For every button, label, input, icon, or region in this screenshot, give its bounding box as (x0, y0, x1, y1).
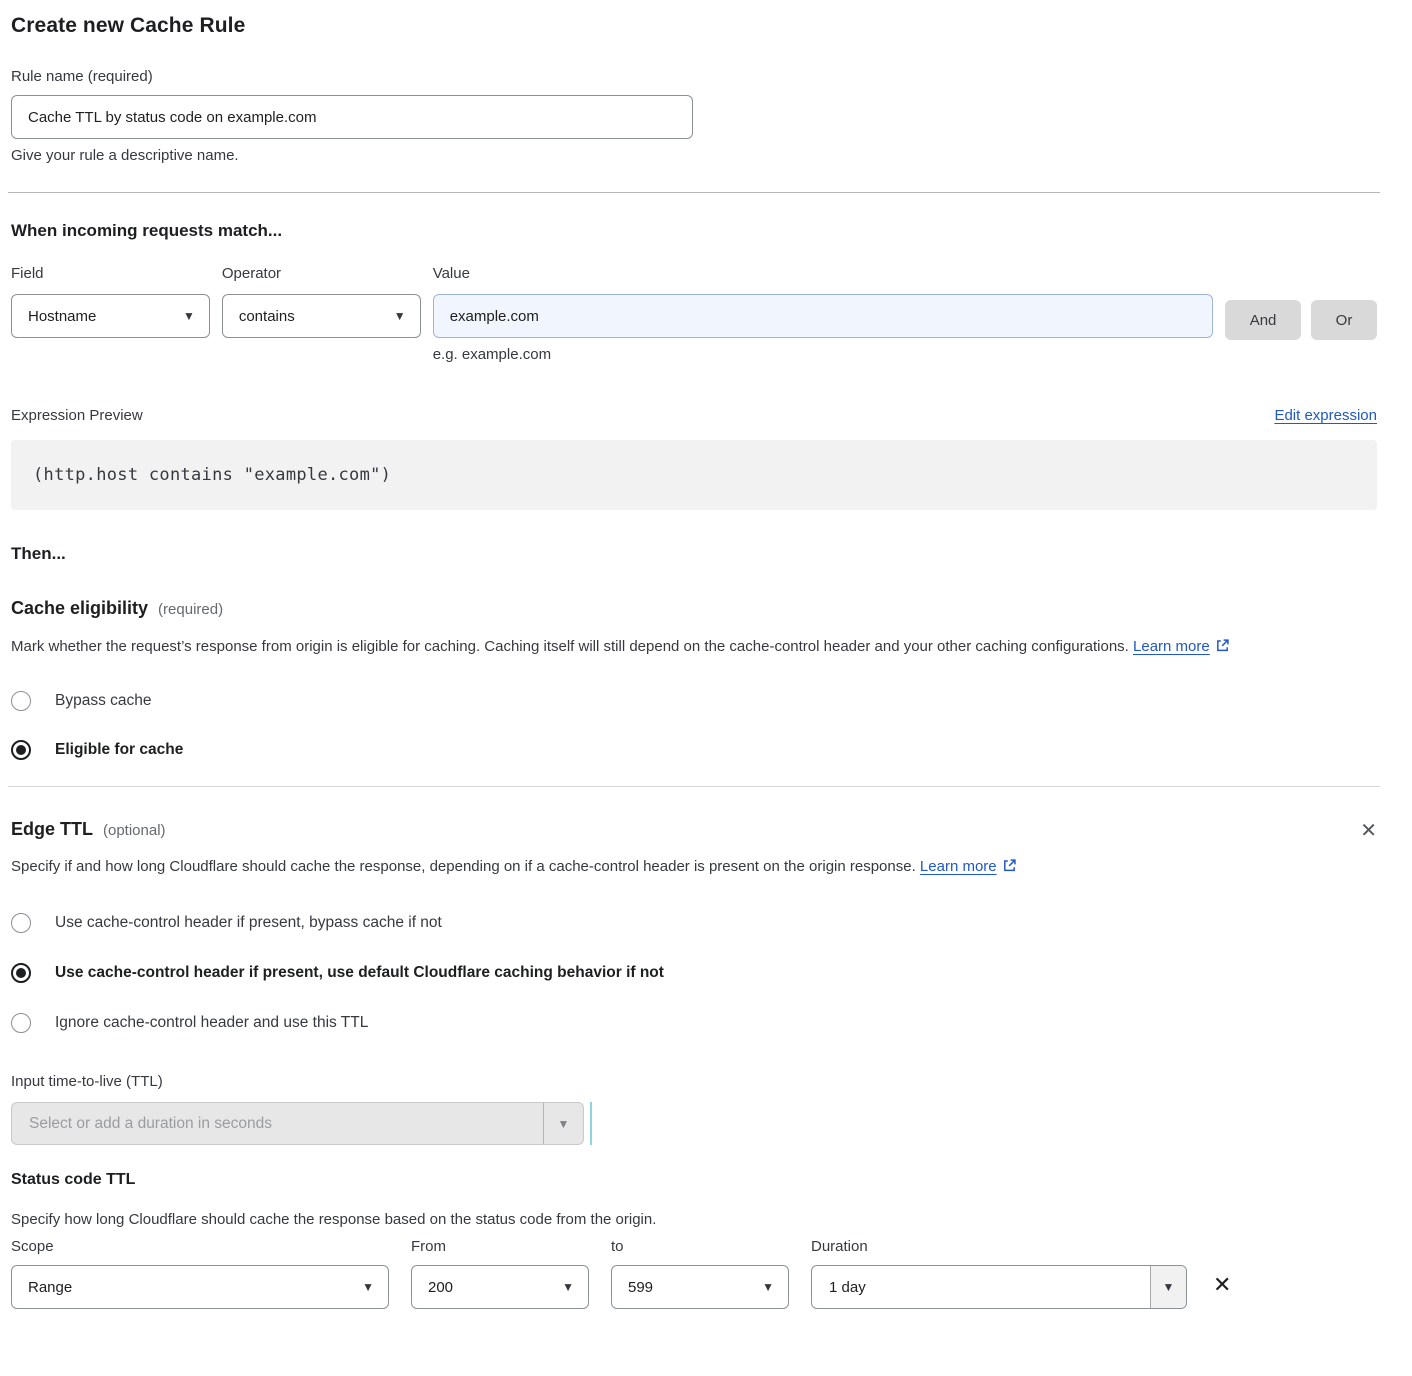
ttl-duration-placeholder: Select or add a duration in seconds (12, 1103, 543, 1144)
scope-select[interactable]: Range ▼ (11, 1265, 389, 1309)
radio-selected-icon (11, 963, 31, 983)
radio-selected-icon (11, 740, 31, 760)
radio-use-header-bypass[interactable]: Use cache-control header if present, byp… (11, 913, 1377, 933)
or-button[interactable]: Or (1311, 300, 1377, 340)
cache-eligibility-heading: Cache eligibility (required) (11, 598, 1377, 619)
external-link-icon (1215, 640, 1230, 657)
expression-code: (http.host contains "example.com") (33, 465, 391, 485)
field-select[interactable]: Hostname ▼ (11, 294, 210, 338)
radio-unselected-icon (11, 913, 31, 933)
cache-eligibility-description: Mark whether the request’s response from… (11, 633, 1347, 663)
expression-preview-label: Expression Preview (11, 407, 143, 424)
edit-expression-link[interactable]: Edit expression (1274, 407, 1377, 424)
learn-more-link[interactable]: Learn more (1133, 638, 1230, 655)
required-badge: (required) (158, 601, 223, 618)
radio-ignore-header-ttl[interactable]: Ignore cache-control header and use this… (11, 1013, 1377, 1033)
expression-builder-row: Field Hostname ▼ Operator contains ▼ Val… (11, 265, 1377, 363)
radio-eligible-for-cache[interactable]: Eligible for cache (11, 740, 1377, 760)
value-label: Value (433, 265, 1213, 282)
scope-label: Scope (11, 1238, 389, 1255)
status-code-ttl-row: Scope Range ▼ From 200 ▼ to 599 ▼ Durati… (11, 1238, 1377, 1309)
create-cache-rule-form: Create new Cache Rule Rule name (require… (0, 0, 1412, 1309)
value-input[interactable] (433, 294, 1213, 338)
page-title: Create new Cache Rule (11, 14, 1377, 38)
rule-name-label: Rule name (required) (11, 68, 1377, 85)
radio-use-header-default[interactable]: Use cache-control header if present, use… (11, 963, 1377, 983)
optional-badge: (optional) (103, 822, 166, 839)
duration-label: Duration (811, 1238, 1187, 1255)
then-heading: Then... (11, 544, 1377, 564)
text-caret (590, 1102, 592, 1145)
chevron-down-icon: ▼ (183, 309, 195, 323)
section-divider (8, 786, 1380, 787)
rule-name-input[interactable] (11, 95, 693, 139)
and-button[interactable]: And (1225, 300, 1301, 340)
operator-select[interactable]: contains ▼ (222, 294, 421, 338)
edge-ttl-title: Edge TTL (11, 819, 93, 840)
learn-more-link[interactable]: Learn more (920, 858, 1017, 875)
operator-select-value: contains (239, 308, 295, 325)
section-divider (8, 192, 1380, 193)
chevron-down-icon: ▼ (562, 1280, 574, 1294)
close-icon[interactable]: ✕ (1360, 821, 1377, 841)
delete-row-icon[interactable]: ✕ (1213, 1274, 1231, 1296)
edge-ttl-heading: Edge TTL (optional) (11, 819, 166, 840)
expression-preview-box: (http.host contains "example.com") (11, 440, 1377, 510)
duration-select[interactable]: 1 day ▼ (811, 1265, 1187, 1309)
from-select-value: 200 (428, 1279, 453, 1296)
ttl-duration-select[interactable]: Select or add a duration in seconds ▼ (11, 1102, 584, 1145)
operator-label: Operator (222, 265, 421, 282)
external-link-icon (1002, 860, 1017, 877)
duration-select-value: 1 day (812, 1266, 1150, 1308)
status-code-ttl-heading: Status code TTL (11, 1171, 1377, 1189)
to-label: to (611, 1238, 789, 1255)
radio-unselected-icon (11, 1013, 31, 1033)
cache-eligibility-title: Cache eligibility (11, 598, 148, 619)
from-label: From (411, 1238, 589, 1255)
field-label: Field (11, 265, 210, 282)
chevron-down-icon[interactable]: ▼ (543, 1103, 583, 1144)
radio-bypass-cache[interactable]: Bypass cache (11, 691, 1377, 711)
status-code-ttl-description: Specify how long Cloudflare should cache… (11, 1211, 1377, 1228)
scope-select-value: Range (28, 1279, 72, 1296)
chevron-down-icon: ▼ (762, 1280, 774, 1294)
radio-unselected-icon (11, 691, 31, 711)
ttl-input-label: Input time-to-live (TTL) (11, 1073, 1377, 1090)
from-select[interactable]: 200 ▼ (411, 1265, 589, 1309)
match-heading: When incoming requests match... (11, 221, 1377, 241)
field-select-value: Hostname (28, 308, 96, 325)
chevron-down-icon[interactable]: ▼ (1150, 1266, 1186, 1308)
rule-name-help: Give your rule a descriptive name. (11, 147, 1377, 164)
to-select-value: 599 (628, 1279, 653, 1296)
edge-ttl-description: Specify if and how long Cloudflare shoul… (11, 853, 1111, 883)
value-help: e.g. example.com (433, 346, 1213, 363)
chevron-down-icon: ▼ (394, 309, 406, 323)
to-select[interactable]: 599 ▼ (611, 1265, 789, 1309)
chevron-down-icon: ▼ (362, 1280, 374, 1294)
